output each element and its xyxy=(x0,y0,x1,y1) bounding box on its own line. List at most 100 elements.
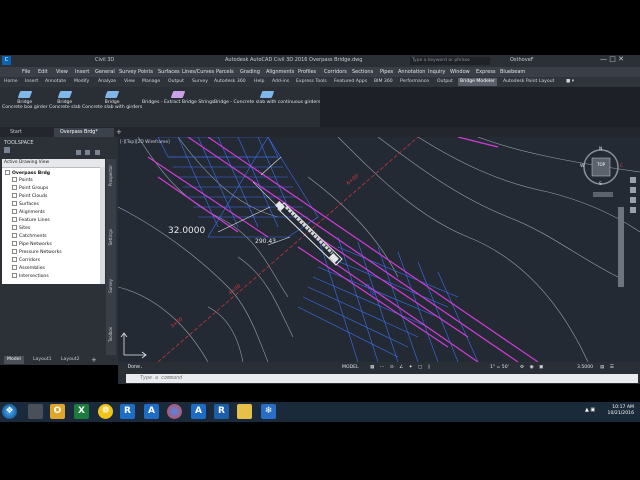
tree-item-pipe-networks[interactable]: Pipe Networks xyxy=(12,241,52,247)
menu-surfaces[interactable]: Surfaces xyxy=(158,69,180,75)
tab-annotate[interactable]: Annotate xyxy=(45,79,66,84)
tab-output-2[interactable]: Output xyxy=(437,79,453,84)
tab-layout1[interactable]: Layout1 xyxy=(30,356,55,364)
menu-survey[interactable]: Survey xyxy=(119,69,136,75)
extract-bridge-strings-button[interactable]: Bridges - Extract Bridge Strings xyxy=(142,91,214,105)
bridge-concrete-box-girder-button[interactable]: Bridge Concrete box girder xyxy=(2,91,48,110)
menu-points[interactable]: Points xyxy=(138,69,153,75)
menu-express[interactable]: Express xyxy=(476,69,496,75)
view-selector[interactable]: Active Drawing View xyxy=(2,159,105,168)
viewport-controls[interactable]: [-][Top][2D Wireframe] xyxy=(120,140,170,145)
tab-performance[interactable]: Performance xyxy=(400,79,429,84)
tree-item-intersections[interactable]: Intersections xyxy=(12,273,49,279)
autocad-icon[interactable]: A xyxy=(144,404,159,419)
menu-lines-curves[interactable]: Lines/Curves xyxy=(182,69,214,75)
side-tab-settings[interactable]: Settings xyxy=(108,229,113,245)
menu-inquiry[interactable]: Inquiry xyxy=(428,69,445,75)
annotation-scale[interactable]: 1" = 50' xyxy=(490,365,509,370)
bridge-concrete-slab-girders-button[interactable]: Bridge Concrete slab with girders xyxy=(82,91,142,110)
menu-general[interactable]: General xyxy=(95,69,115,75)
tab-express-tools[interactable]: Express Tools xyxy=(296,79,327,84)
workspace-icons[interactable]: ⚙ ◉ ▣ xyxy=(520,365,545,370)
tray-icons[interactable]: ▲ ▣ xyxy=(585,407,595,413)
explorer-icon[interactable] xyxy=(237,404,252,419)
side-tab-prospector[interactable]: Prospector xyxy=(108,165,113,186)
tree-item-catchments[interactable]: Catchments xyxy=(12,233,47,239)
user-sign-in[interactable]: OsthoveF xyxy=(510,57,534,63)
menu-pipes[interactable]: Pipes xyxy=(380,69,393,75)
tab-layout2[interactable]: Layout2 xyxy=(58,356,83,364)
tab-bim-360[interactable]: BIM 360 xyxy=(374,79,393,84)
snowflake-icon[interactable]: ❄ xyxy=(261,404,276,419)
side-tab-survey[interactable]: Survey xyxy=(108,279,113,293)
menu-parcels[interactable]: Parcels xyxy=(216,69,234,75)
tab-autodesk-point-layout[interactable]: Autodesk Point Layout xyxy=(503,79,554,84)
menu-edit[interactable]: Edit xyxy=(38,69,48,75)
workspace-selector[interactable]: Civil 3D xyxy=(95,57,114,63)
add-layout-icon[interactable]: + xyxy=(88,356,100,364)
menu-view[interactable]: View xyxy=(56,69,68,75)
model-space-toggle[interactable]: MODEL xyxy=(342,365,359,370)
menu-corridors[interactable]: Corridors xyxy=(324,69,347,75)
chrome-icon[interactable] xyxy=(167,404,182,419)
tab-featured-apps[interactable]: Featured Apps xyxy=(334,79,367,84)
tab-home[interactable]: Home xyxy=(4,79,18,84)
elevation-value[interactable]: 3.5000 xyxy=(577,365,593,370)
tab-help[interactable]: Help xyxy=(254,79,264,84)
ribbon-toggle-icon[interactable]: ■ ▾ xyxy=(566,79,574,84)
tab-bridge-modeler[interactable]: Bridge Modeler xyxy=(458,78,497,86)
tab-start[interactable]: Start xyxy=(4,128,28,137)
bridge-continuous-girders-button[interactable]: Bridge - Concrete slab with continuous g… xyxy=(214,91,321,105)
menu-grading[interactable]: Grading xyxy=(240,69,260,75)
toolspace-menu-icon[interactable] xyxy=(4,147,10,153)
app-icon-1[interactable] xyxy=(28,404,43,419)
revit-icon[interactable]: R xyxy=(120,404,135,419)
menu-bluebeam[interactable]: Bluebeam xyxy=(500,69,525,75)
tree-item-feature-lines[interactable]: Feature Lines xyxy=(12,217,50,223)
window-controls[interactable]: — □ ✕ xyxy=(600,55,624,63)
tree-root[interactable]: Overpass Brdg xyxy=(5,170,50,176)
outlook-icon[interactable]: O xyxy=(50,404,65,419)
menu-insert[interactable]: Insert xyxy=(75,69,89,75)
viewcube[interactable] xyxy=(583,149,619,185)
tab-insert[interactable]: Insert xyxy=(25,79,38,84)
app-menu-button[interactable]: C xyxy=(2,56,11,65)
menu-profiles[interactable]: Profiles xyxy=(298,69,316,75)
civil3d-icon[interactable]: A xyxy=(191,404,206,419)
tab-output[interactable]: Output xyxy=(168,79,184,84)
recap-icon[interactable]: R xyxy=(214,404,229,419)
tab-manage[interactable]: Manage xyxy=(142,79,160,84)
tree-item-point-groups[interactable]: Point Groups xyxy=(12,185,48,191)
tree-scrollbar[interactable] xyxy=(100,167,105,284)
drafting-toggles[interactable]: ▦ ⋯ ⊙ ∠ ✦ □ ◊ xyxy=(370,365,432,370)
tab-analyze[interactable]: Analyze xyxy=(98,79,116,84)
prospector-tree[interactable]: Active Drawing View Overpass Brdg Points… xyxy=(2,159,105,284)
excel-icon[interactable]: X xyxy=(74,404,89,419)
menu-alignments[interactable]: Alignments xyxy=(266,69,294,75)
phone-icon[interactable] xyxy=(76,150,81,155)
navigation-bar[interactable] xyxy=(618,177,636,287)
tab-autodesk-360[interactable]: Autodesk 360 xyxy=(214,79,246,84)
tab-overpass-brdg[interactable]: Overpass Brdg* xyxy=(54,128,114,137)
tree-item-pressure-networks[interactable]: Pressure Networks xyxy=(12,249,62,255)
tree-item-point-clouds[interactable]: Point Clouds xyxy=(12,193,47,199)
search-input[interactable]: Type a keyword or phrase xyxy=(410,57,490,65)
tab-modify[interactable]: Modify xyxy=(74,79,89,84)
command-input[interactable]: Type a command xyxy=(126,374,638,383)
wcs-menu[interactable] xyxy=(593,192,613,197)
bridge-concrete-slab-button[interactable]: Bridge Concrete slab xyxy=(49,91,81,110)
menu-sections[interactable]: Sections xyxy=(352,69,373,75)
tree-item-surfaces[interactable]: Surfaces xyxy=(12,201,39,207)
tab-add-ins[interactable]: Add-ins xyxy=(272,79,289,84)
toolspace-help-icon[interactable] xyxy=(95,150,100,155)
status-customize-icon[interactable]: ▤ ☰ xyxy=(600,365,616,370)
menu-annotation[interactable]: Annotation xyxy=(398,69,425,75)
tab-survey[interactable]: Survey xyxy=(192,79,208,84)
tree-item-corridors[interactable]: Corridors xyxy=(12,257,40,263)
side-tab-toolbox[interactable]: Toolbox xyxy=(108,327,113,342)
menu-file[interactable]: File xyxy=(22,69,30,75)
tab-view[interactable]: View xyxy=(124,79,135,84)
start-button-icon[interactable]: ❖ xyxy=(2,404,17,419)
drawing-canvas[interactable]: [-][Top][2D Wireframe] TOP N S E W 32.00… xyxy=(118,137,640,362)
new-tab-icon[interactable]: + xyxy=(110,128,128,137)
